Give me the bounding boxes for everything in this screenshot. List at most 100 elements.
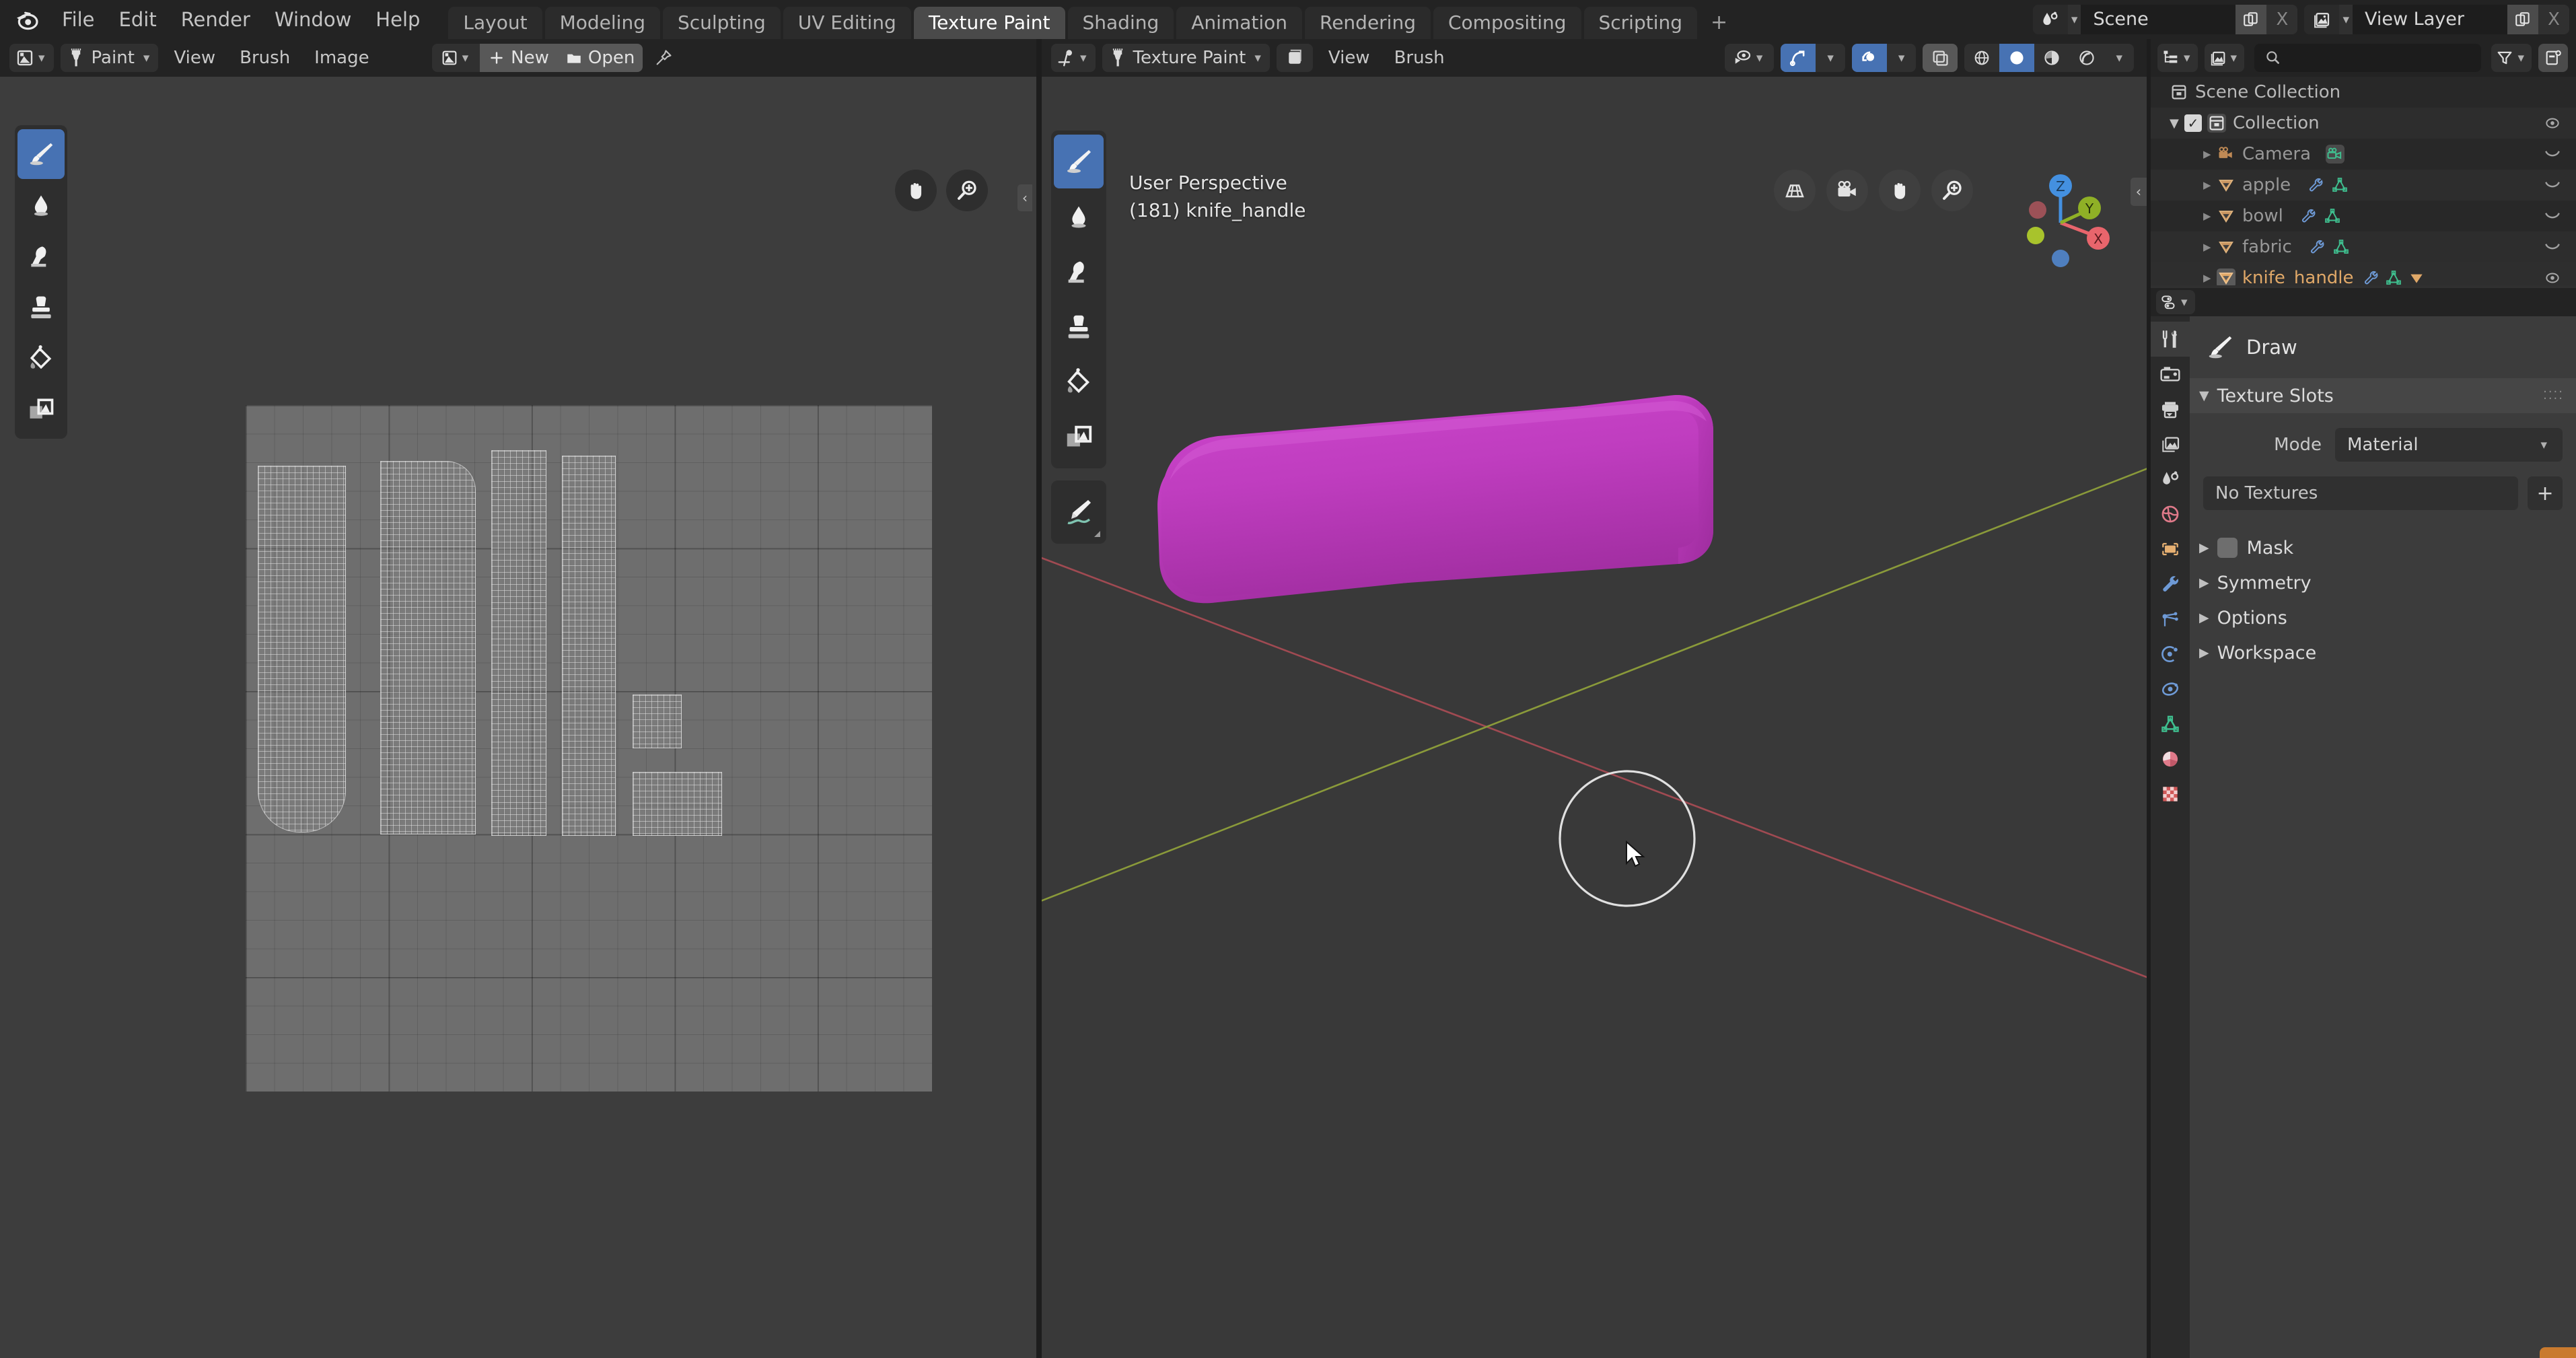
panel-options-header[interactable]: ▶ Options: [2190, 600, 2576, 635]
outliner-search-input[interactable]: [2254, 44, 2482, 72]
properties-tab-physics[interactable]: [2151, 637, 2190, 672]
workspace-tab-shading[interactable]: Shading: [1067, 7, 1174, 39]
viewport-mask-tool-button[interactable]: [1054, 410, 1104, 464]
outliner-row-collection[interactable]: ▼ ✓ Collection: [2151, 108, 2576, 139]
image-editor-menu-image[interactable]: Image: [302, 39, 381, 77]
shading-rendered-button[interactable]: [2069, 44, 2104, 72]
clone-tool-button[interactable]: [17, 283, 65, 332]
properties-tab-view-layer[interactable]: [2151, 427, 2190, 462]
outliner-row-knife-handle[interactable]: ▶ knife_handle: [2151, 262, 2576, 285]
workspace-expand-triangle-icon[interactable]: ▶: [2199, 645, 2217, 660]
scene-chevron-down-icon[interactable]: ▾: [2068, 12, 2081, 27]
workspace-tab-compositing[interactable]: Compositing: [1433, 7, 1581, 39]
outliner-row-apple[interactable]: ▶ apple: [2151, 170, 2576, 201]
mask-tool-button[interactable]: [17, 385, 65, 435]
camera-expand-triangle-icon[interactable]: ▶: [2203, 148, 2217, 160]
outliner-row-bowl[interactable]: ▶ bowl: [2151, 201, 2576, 231]
properties-tab-scene[interactable]: [2151, 462, 2190, 497]
open-image-button[interactable]: Open: [557, 44, 643, 72]
annotate-tool-button[interactable]: [1054, 485, 1104, 540]
fabric-visibility-eye-icon[interactable]: [2544, 242, 2561, 252]
image-editor-sidebar-toggle[interactable]: ‹: [1017, 184, 1032, 211]
viewport-3d-canvas[interactable]: User Perspective (181) knife_handle Z Y …: [1042, 77, 2147, 1358]
scene-name-field[interactable]: Scene: [2081, 5, 2236, 34]
pan-gizmo-button[interactable]: [895, 170, 937, 211]
workspace-tab-modeling[interactable]: Modeling: [544, 7, 660, 39]
options-expand-triangle-icon[interactable]: ▶: [2199, 610, 2217, 625]
properties-tab-modifiers[interactable]: [2151, 567, 2190, 602]
outliner-row-fabric[interactable]: ▶ fabric: [2151, 231, 2576, 262]
soften-tool-button[interactable]: [17, 180, 65, 230]
viewport-fill-tool-button[interactable]: [1054, 355, 1104, 409]
smear-tool-button[interactable]: [17, 231, 65, 281]
unlink-view-layer-button[interactable]: X: [2538, 5, 2569, 34]
image-editor-type-button[interactable]: ▾: [9, 44, 54, 72]
uv-image-canvas[interactable]: [246, 405, 932, 1092]
fabric-modifier-icon[interactable]: [2308, 238, 2326, 256]
texture-slots-expand-triangle-icon[interactable]: ▼: [2199, 388, 2217, 403]
properties-tab-tool[interactable]: [2151, 322, 2190, 357]
workspace-tab-animation[interactable]: Animation: [1176, 7, 1302, 39]
navigation-gizmo[interactable]: Z Y X: [2002, 164, 2120, 282]
bowl-expand-triangle-icon[interactable]: ▶: [2203, 210, 2217, 222]
knife-handle-material-slot-icon[interactable]: [2408, 269, 2425, 285]
viewport-soften-tool-button[interactable]: [1054, 190, 1104, 244]
apple-mesh-data-icon[interactable]: [2331, 176, 2349, 194]
image-editor-menu-brush[interactable]: Brush: [227, 39, 302, 77]
workspace-tab-layout[interactable]: Layout: [448, 7, 542, 39]
apple-modifier-icon[interactable]: [2307, 176, 2324, 194]
symmetry-expand-triangle-icon[interactable]: ▶: [2199, 575, 2217, 590]
snap-toggle-button[interactable]: [1781, 44, 1816, 72]
image-datablock-browse-button[interactable]: ▾: [432, 44, 480, 72]
apple-expand-triangle-icon[interactable]: ▶: [2203, 179, 2217, 191]
properties-editor-type-button[interactable]: ▾: [2156, 290, 2195, 314]
mode-dropdown[interactable]: Material ▾: [2335, 428, 2563, 462]
viewport-smear-tool-button[interactable]: [1054, 245, 1104, 299]
new-scene-button[interactable]: [2235, 5, 2267, 34]
viewport-draw-tool-button[interactable]: [1054, 135, 1104, 188]
interaction-mode-selector[interactable]: Texture Paint ▾: [1102, 44, 1270, 72]
outliner-filter-id-button[interactable]: ▾: [2204, 44, 2245, 72]
fill-tool-button[interactable]: [17, 334, 65, 384]
workspace-tab-sculpting[interactable]: Sculpting: [662, 7, 781, 39]
workspace-tab-texture-paint[interactable]: Texture Paint: [913, 7, 1065, 39]
view-layer-datablock[interactable]: ▾ View Layer X: [2304, 5, 2569, 34]
blender-logo-icon[interactable]: [12, 5, 42, 34]
paint-mode-selector[interactable]: Paint ▾: [60, 44, 159, 72]
properties-tab-object[interactable]: [2151, 532, 2190, 567]
bowl-mesh-data-icon[interactable]: [2324, 207, 2341, 225]
uv-island[interactable]: [633, 772, 722, 836]
panel-texture-slots-header[interactable]: ▼ Texture Slots ···· ····: [2190, 378, 2576, 413]
collection-expand-triangle-icon[interactable]: ▼: [2170, 116, 2184, 131]
zoom-gizmo-button[interactable]: [946, 170, 988, 211]
properties-tab-material[interactable]: [2151, 742, 2190, 777]
toggle-perspective-button[interactable]: [1774, 170, 1816, 211]
menu-render[interactable]: Render: [169, 0, 262, 39]
menu-window[interactable]: Window: [262, 0, 363, 39]
shading-wireframe-button[interactable]: [1964, 44, 1999, 72]
camera-view-button[interactable]: [1826, 170, 1868, 211]
outliner-filter-button[interactable]: ▾: [2491, 44, 2532, 72]
view-layer-chevron-down-icon[interactable]: ▾: [2339, 12, 2353, 27]
mask-expand-triangle-icon[interactable]: ▶: [2199, 540, 2217, 555]
properties-tab-constraints[interactable]: [2151, 672, 2190, 707]
mask-color-swatch[interactable]: [2217, 538, 2238, 558]
image-editor-canvas[interactable]: ‹: [0, 77, 1036, 1358]
viewport-editor-type-button[interactable]: ▾: [1051, 44, 1096, 72]
workspace-tab-scripting[interactable]: Scripting: [1583, 7, 1698, 39]
workspace-tab-rendering[interactable]: Rendering: [1305, 7, 1431, 39]
viewport-menu-brush[interactable]: Brush: [1382, 39, 1457, 77]
view-layer-name-field[interactable]: View Layer: [2353, 5, 2507, 34]
scene-datablock[interactable]: ▾ Scene X: [2032, 5, 2298, 34]
unlink-scene-button[interactable]: X: [2266, 5, 2298, 34]
pin-image-button[interactable]: [646, 48, 681, 67]
menu-file[interactable]: File: [50, 0, 107, 39]
new-image-button[interactable]: New: [480, 44, 557, 72]
knife-handle-expand-triangle-icon[interactable]: ▶: [2203, 272, 2217, 284]
uv-island[interactable]: [380, 461, 476, 834]
knife-handle-object[interactable]: [1042, 77, 2147, 1358]
camera-data-icon[interactable]: [2326, 145, 2345, 164]
outliner-editor-type-button[interactable]: ▾: [2157, 44, 2198, 72]
shading-solid-button[interactable]: [1999, 44, 2035, 72]
uv-island[interactable]: [633, 694, 682, 748]
